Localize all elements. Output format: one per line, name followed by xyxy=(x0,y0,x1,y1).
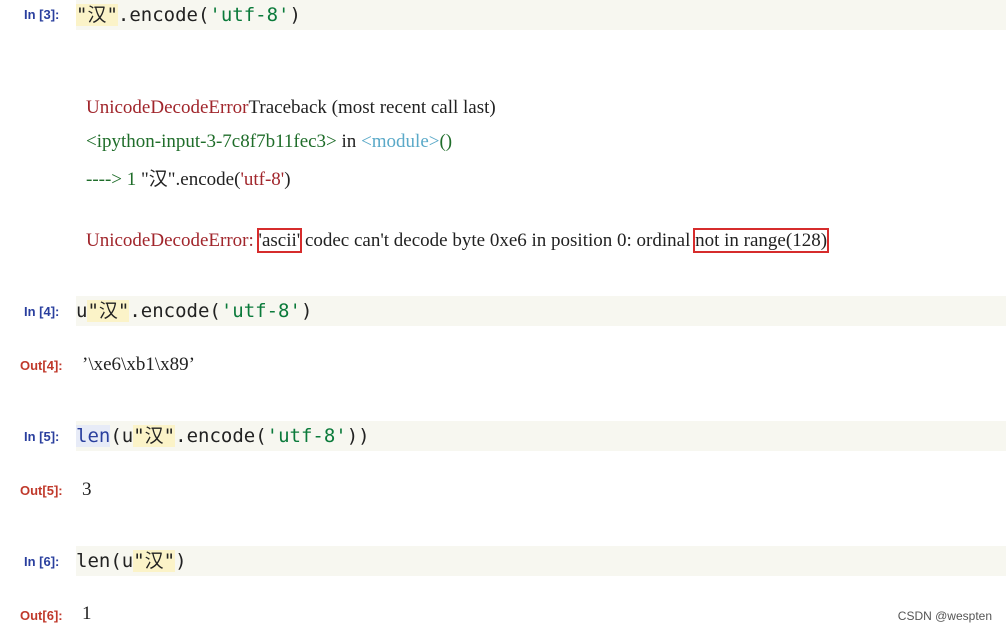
code-string-token: "汉" xyxy=(133,550,176,572)
traceback-code-close: ) xyxy=(284,169,291,190)
code-prefix-token: u xyxy=(121,425,134,447)
input-prompt-5: In [5]: xyxy=(24,429,60,444)
input-prompt-4: In [4]: xyxy=(24,304,60,319)
code-cell-5[interactable]: len(u"汉".encode('utf-8')) xyxy=(76,421,1006,451)
code-prefix-token: u xyxy=(76,300,88,322)
code-cell-3[interactable]: "汉".encode('utf-8') xyxy=(76,0,1006,30)
code-arg-token: 'utf-8' xyxy=(266,425,347,447)
output-value-4: ’\xe6\xb1\x89’ xyxy=(82,354,195,375)
highlight-box-ascii: 'ascii' xyxy=(256,228,303,253)
traceback-parens: () xyxy=(439,131,453,152)
code-cell-6[interactable]: len(u"汉") xyxy=(76,546,1006,576)
code-string-token: "汉" xyxy=(76,4,118,26)
traceback-line-1: UnicodeDecodeErrorTraceback (most recent… xyxy=(86,97,496,119)
output-prompt-6: Out[6]: xyxy=(20,608,63,623)
output-prompt-4: Out[4]: xyxy=(20,358,63,373)
traceback-code-arg: 'utf-8' xyxy=(240,169,285,190)
input-prompt-3: In [3]: xyxy=(24,7,60,22)
code-string-token: "汉" xyxy=(87,300,130,322)
code-cell-4[interactable]: u"汉".encode('utf-8') xyxy=(76,296,1006,326)
code-arg-token: 'utf-8' xyxy=(220,300,301,322)
code-func-token: len xyxy=(76,550,111,572)
code-close-token: )) xyxy=(346,425,370,447)
code-method-token: .encode( xyxy=(117,4,210,26)
traceback-in-word: in xyxy=(336,131,362,152)
code-arg-token: 'utf-8' xyxy=(209,4,290,26)
code-open-token: ( xyxy=(110,425,122,447)
error-type-message: UnicodeDecodeError: xyxy=(86,230,254,251)
code-close-token: ) xyxy=(175,550,187,572)
traceback-line-3: ----> 1 "汉".encode('utf-8') xyxy=(86,164,291,191)
traceback-input-ref: <ipython-input-3-7c8f7b11fec3> xyxy=(86,131,337,152)
traceback-line-4: UnicodeDecodeError: 'ascii' codec can't … xyxy=(86,228,830,253)
traceback-module: <module> xyxy=(361,131,440,152)
traceback-arrow: ----> 1 xyxy=(86,169,142,190)
traceback-code-encode: .encode( xyxy=(175,169,241,190)
error-message-text: codec can't decode byte 0xe6 in position… xyxy=(304,230,696,251)
code-close-token: ) xyxy=(289,4,301,26)
output-prompt-5: Out[5]: xyxy=(20,483,63,498)
error-type: UnicodeDecodeError xyxy=(86,97,249,118)
traceback-code-str: "汉" xyxy=(141,169,176,190)
traceback-line-2: <ipython-input-3-7c8f7b11fec3> in <modul… xyxy=(86,131,452,153)
input-prompt-6: In [6]: xyxy=(24,554,60,569)
code-string-token: "汉" xyxy=(133,425,176,447)
highlight-box-range: not in range(128) xyxy=(693,228,830,253)
traceback-header: Traceback (most recent call last) xyxy=(248,97,496,118)
code-prefix-token: u xyxy=(121,550,134,572)
code-method-token: .encode( xyxy=(175,425,267,447)
code-open-token: ( xyxy=(110,550,122,572)
watermark: CSDN @wespten xyxy=(897,609,992,623)
code-close-token: ) xyxy=(300,300,313,322)
code-func-token: len xyxy=(76,425,111,447)
output-value-5: 3 xyxy=(82,479,92,500)
code-method-token: .encode( xyxy=(129,300,221,322)
output-value-6: 1 xyxy=(82,603,92,624)
